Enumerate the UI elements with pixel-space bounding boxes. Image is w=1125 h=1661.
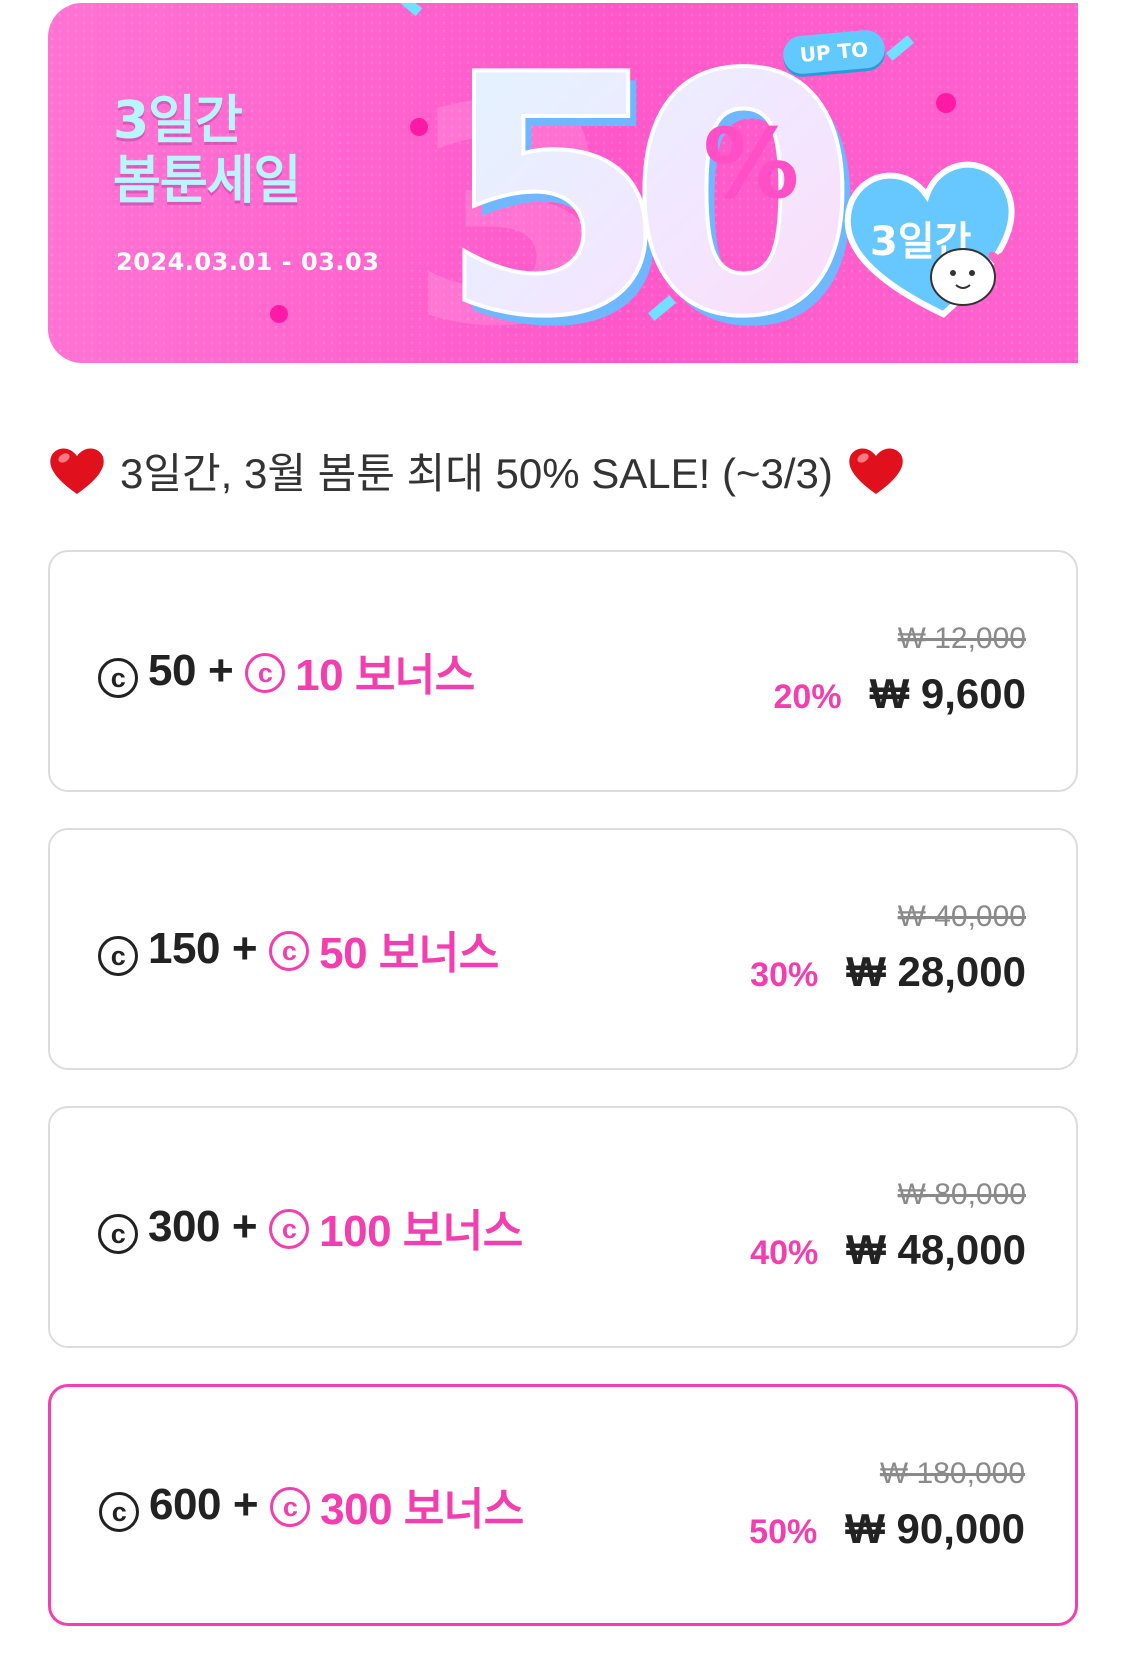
bonus-coins: c 100 보너스 (269, 1195, 523, 1259)
banner-date-range: 2024.03.01 - 03.03 (116, 248, 380, 276)
sale-price: ₩ 90,000 (845, 1505, 1025, 1552)
banner-title-line1: 3일간 (113, 91, 243, 151)
sale-price: ₩ 28,000 (846, 948, 1026, 995)
promo-banner[interactable]: 3 3일간 봄툰세일 2024.03.01 - 03.03 50 50 % UP… (48, 3, 1078, 363)
sale-headline: 3일간, 3월 봄툰 최대 50% SALE! (~3/3) (48, 440, 905, 500)
base-amount: 600 (149, 1479, 221, 1529)
price-row: 30% ₩ 28,000 (750, 948, 1026, 996)
base-amount: 300 (148, 1201, 220, 1251)
red-heart-icon (50, 448, 104, 494)
discount-percent: 20% (773, 678, 842, 716)
confetti-dot (270, 305, 288, 323)
coin-icon: c (98, 658, 138, 699)
original-price: ₩ 180,000 (879, 1457, 1025, 1490)
base-coins: c 600 (99, 1479, 221, 1533)
original-price: ₩ 12,000 (897, 622, 1026, 655)
bonus-coins: c 50 보너스 (269, 917, 499, 981)
base-coins: c 150 (98, 923, 220, 977)
discount-percent: 40% (750, 1234, 819, 1272)
percent-sign: % (703, 108, 799, 220)
plus-sign: + (232, 1480, 259, 1529)
price-row: 40% ₩ 48,000 (750, 1226, 1026, 1274)
bonus-coins: c 300 보너스 (270, 1473, 524, 1537)
bonus-coins: c 10 보너스 (245, 639, 475, 703)
coin-icon: c (270, 1487, 311, 1527)
discount-percent: 50% (749, 1513, 818, 1551)
product-card[interactable]: c 50 + c 10 보너스 ₩ 12,000 20% ₩ 9,600 (48, 550, 1078, 792)
coin-bundle: c 150 + c 50 보너스 (98, 830, 499, 1068)
price-row: 20% ₩ 9,600 (774, 670, 1026, 718)
bonus-amount: 300 보너스 (320, 1485, 524, 1534)
sale-price: ₩ 48,000 (846, 1226, 1026, 1273)
coin-icon: c (98, 1214, 138, 1255)
headline-text: 3일간, 3월 봄툰 최대 50% SALE! (~3/3) (120, 449, 833, 497)
base-coins: c 300 (98, 1201, 220, 1255)
red-heart-icon (849, 448, 903, 494)
coin-bundle: c 50 + c 10 보너스 (98, 552, 475, 790)
product-card-selected[interactable]: c 600 + c 300 보너스 ₩ 180,000 50% ₩ 90,000 (48, 1384, 1078, 1626)
bonus-amount: 50 보너스 (319, 929, 499, 978)
coin-icon: c (269, 1209, 310, 1249)
banner-title: 3일간 봄툰세일 (113, 91, 301, 211)
confetti-dot (936, 93, 956, 113)
bonus-amount: 100 보너스 (319, 1207, 523, 1256)
base-amount: 150 (148, 923, 220, 973)
original-price: ₩ 80,000 (897, 1178, 1026, 1211)
base-coins: c 50 (98, 645, 196, 699)
coin-icon: c (98, 936, 138, 977)
price-row: 50% ₩ 90,000 (749, 1505, 1025, 1553)
confetti-dot (410, 118, 428, 136)
three-days-heart-badge: 3일간 (844, 161, 1015, 318)
plus-sign: + (207, 646, 234, 695)
coin-icon: c (269, 931, 310, 971)
original-price: ₩ 40,000 (897, 900, 1026, 933)
coin-icon: c (99, 1492, 139, 1533)
bonus-amount: 10 보너스 (295, 651, 475, 700)
banner-title-line2: 봄툰세일 (113, 151, 301, 211)
plus-sign: + (231, 924, 258, 973)
coin-bundle: c 600 + c 300 보너스 (99, 1387, 524, 1623)
coin-bundle: c 300 + c 100 보너스 (98, 1108, 523, 1346)
sale-price: ₩ 9,600 (869, 670, 1026, 717)
product-card[interactable]: c 300 + c 100 보너스 ₩ 80,000 40% ₩ 48,000 (48, 1106, 1078, 1348)
coin-icon: c (245, 653, 286, 693)
plus-sign: + (231, 1202, 258, 1251)
discount-percent: 30% (750, 956, 819, 994)
product-card[interactable]: c 150 + c 50 보너스 ₩ 40,000 30% ₩ 28,000 (48, 828, 1078, 1070)
base-amount: 50 (148, 645, 196, 695)
